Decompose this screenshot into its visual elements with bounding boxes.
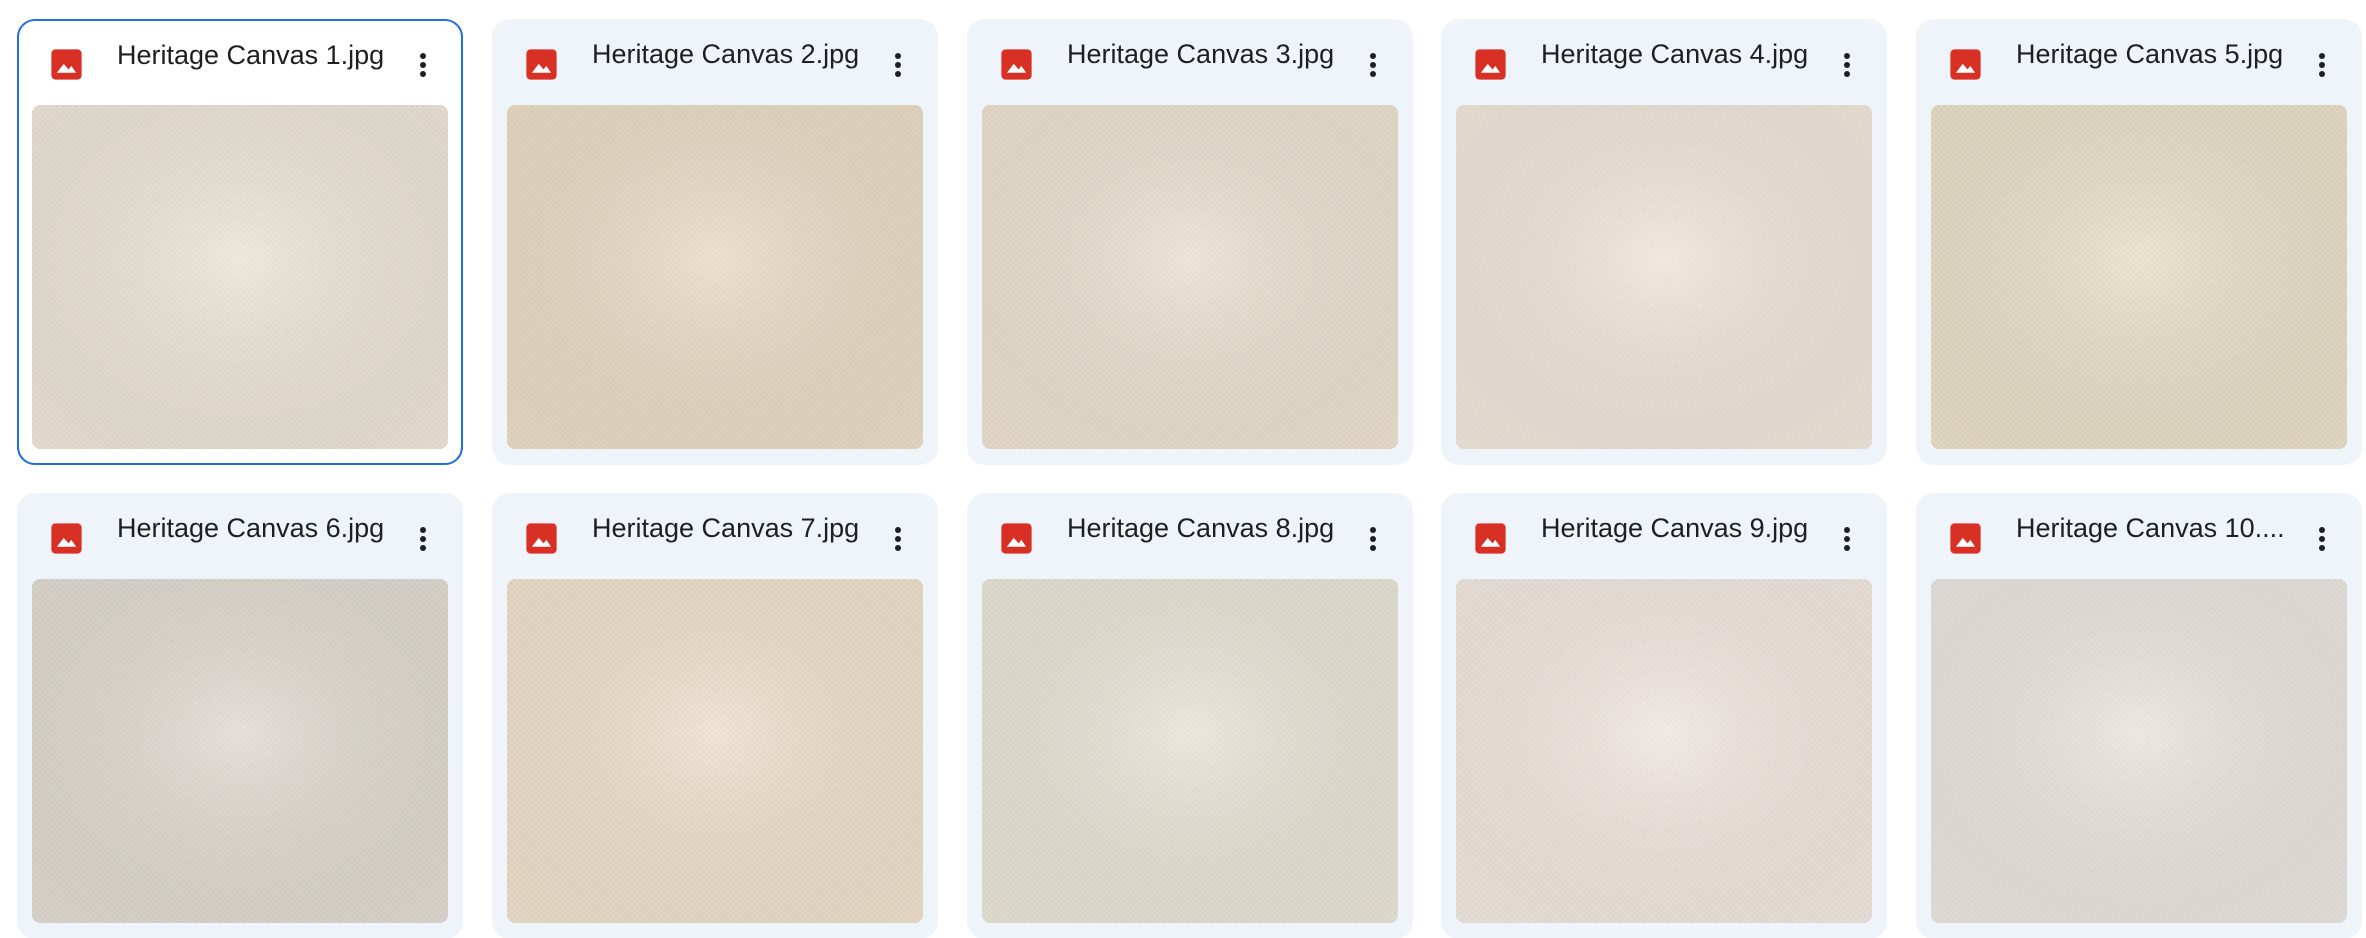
file-card-header: Heritage Canvas 2.jpg — [492, 19, 938, 105]
file-card-header: Heritage Canvas 8.jpg — [967, 493, 1413, 579]
more-vert-icon — [1370, 53, 1376, 77]
file-thumbnail[interactable] — [982, 579, 1398, 923]
more-vert-icon — [895, 53, 901, 77]
more-vert-icon — [420, 53, 426, 77]
more-actions-button[interactable] — [2302, 519, 2342, 559]
file-thumbnail[interactable] — [1456, 579, 1872, 923]
more-actions-button[interactable] — [1827, 45, 1867, 85]
more-vert-icon — [1844, 527, 1850, 551]
file-card-header: Heritage Canvas 6.jpg — [17, 493, 463, 579]
more-vert-icon — [2319, 527, 2325, 551]
more-actions-button[interactable] — [1827, 519, 1867, 559]
image-icon — [1474, 522, 1507, 555]
file-thumbnail[interactable] — [507, 579, 923, 923]
file-card-header: Heritage Canvas 4.jpg — [1441, 19, 1887, 105]
more-vert-icon — [895, 527, 901, 551]
canvas-texture — [1456, 105, 1872, 449]
file-card-7[interactable]: Heritage Canvas 7.jpg — [492, 493, 938, 938]
file-card-header: Heritage Canvas 7.jpg — [492, 493, 938, 579]
more-actions-button[interactable] — [878, 519, 918, 559]
file-name: Heritage Canvas 1.jpg — [117, 40, 385, 70]
more-actions-button[interactable] — [1353, 519, 1393, 559]
more-actions-button[interactable] — [878, 45, 918, 85]
file-thumbnail[interactable] — [507, 105, 923, 449]
file-thumbnail[interactable] — [1931, 105, 2347, 449]
file-card-10[interactable]: Heritage Canvas 10.... — [1916, 493, 2362, 938]
image-icon — [1000, 522, 1033, 555]
canvas-texture — [32, 579, 448, 923]
file-card-4[interactable]: Heritage Canvas 4.jpg — [1441, 19, 1887, 465]
file-thumbnail[interactable] — [32, 105, 448, 449]
file-name: Heritage Canvas 2.jpg — [592, 39, 860, 69]
file-card-2[interactable]: Heritage Canvas 2.jpg — [492, 19, 938, 465]
file-name: Heritage Canvas 7.jpg — [592, 513, 860, 543]
file-thumbnail[interactable] — [1456, 105, 1872, 449]
file-name: Heritage Canvas 5.jpg — [2016, 39, 2284, 69]
file-card-header: Heritage Canvas 10.... — [1916, 493, 2362, 579]
more-vert-icon — [420, 527, 426, 551]
file-name: Heritage Canvas 8.jpg — [1067, 513, 1335, 543]
file-card-header: Heritage Canvas 1.jpg — [19, 21, 461, 107]
file-thumbnail[interactable] — [1931, 579, 2347, 923]
canvas-texture — [1931, 105, 2347, 449]
file-grid: Heritage Canvas 1.jpg Heritage Canvas 2.… — [0, 0, 2366, 938]
more-actions-button[interactable] — [403, 519, 443, 559]
image-icon — [525, 522, 558, 555]
canvas-texture — [982, 105, 1398, 449]
more-actions-button[interactable] — [403, 45, 443, 85]
file-name: Heritage Canvas 3.jpg — [1067, 39, 1335, 69]
file-card-8[interactable]: Heritage Canvas 8.jpg — [967, 493, 1413, 938]
file-card-header: Heritage Canvas 9.jpg — [1441, 493, 1887, 579]
file-name: Heritage Canvas 10.... — [2016, 513, 2285, 543]
more-vert-icon — [2319, 53, 2325, 77]
canvas-texture — [982, 579, 1398, 923]
image-icon — [1474, 48, 1507, 81]
image-icon — [525, 48, 558, 81]
canvas-texture — [1931, 579, 2347, 923]
file-card-5[interactable]: Heritage Canvas 5.jpg — [1916, 19, 2362, 465]
file-card-9[interactable]: Heritage Canvas 9.jpg — [1441, 493, 1887, 938]
canvas-texture — [1456, 579, 1872, 923]
image-icon — [50, 48, 83, 81]
file-card-6[interactable]: Heritage Canvas 6.jpg — [17, 493, 463, 938]
canvas-texture — [507, 579, 923, 923]
file-name: Heritage Canvas 4.jpg — [1541, 39, 1809, 69]
canvas-texture — [507, 105, 923, 449]
file-card-header: Heritage Canvas 3.jpg — [967, 19, 1413, 105]
image-icon — [50, 522, 83, 555]
image-icon — [1000, 48, 1033, 81]
file-card-header: Heritage Canvas 5.jpg — [1916, 19, 2362, 105]
file-card-3[interactable]: Heritage Canvas 3.jpg — [967, 19, 1413, 465]
file-card-1[interactable]: Heritage Canvas 1.jpg — [17, 19, 463, 465]
more-actions-button[interactable] — [1353, 45, 1393, 85]
image-icon — [1949, 522, 1982, 555]
canvas-texture — [32, 105, 448, 449]
file-thumbnail[interactable] — [982, 105, 1398, 449]
more-actions-button[interactable] — [2302, 45, 2342, 85]
more-vert-icon — [1844, 53, 1850, 77]
more-vert-icon — [1370, 527, 1376, 551]
image-icon — [1949, 48, 1982, 81]
file-name: Heritage Canvas 6.jpg — [117, 513, 385, 543]
file-name: Heritage Canvas 9.jpg — [1541, 513, 1809, 543]
file-thumbnail[interactable] — [32, 579, 448, 923]
